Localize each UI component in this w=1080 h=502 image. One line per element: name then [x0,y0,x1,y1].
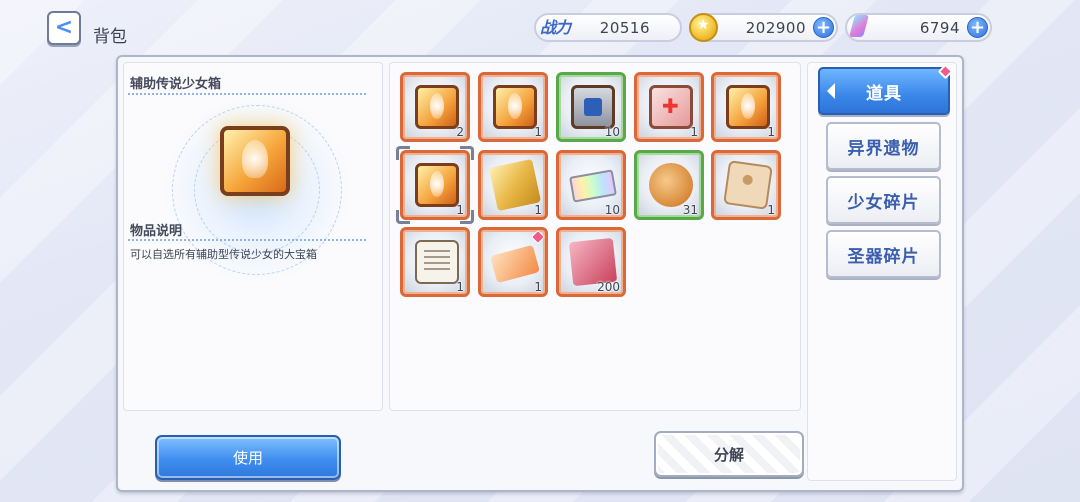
item-slot[interactable]: 10 [556,150,626,220]
envelope-icon [723,160,773,210]
back-button[interactable]: < [47,11,81,45]
item-quantity: 1 [534,125,542,139]
item-quantity: 1 [534,203,542,217]
cookie-icon [649,163,693,207]
item-slot[interactable]: 2 [400,72,470,142]
item-quantity: 1 [767,203,775,217]
tab-girl-fragments[interactable]: 少女碎片 [826,176,941,224]
new-badge-icon [530,229,546,245]
item-slot[interactable]: 1 [478,227,548,297]
divider [128,93,366,95]
treasure-chest-icon [571,85,615,129]
divider [128,239,366,241]
gold-value: 202900 [745,18,806,37]
item-quantity: 1 [767,125,775,139]
page-title: 背包 [93,27,127,47]
selection-frame [396,146,474,224]
tab-items[interactable]: 道具 [818,63,954,115]
item-quantity: 10 [604,125,620,139]
tab-label: 圣器碎片 [847,246,920,267]
item-slot[interactable]: 1 [478,72,548,142]
decompose-button[interactable]: 分解 [654,431,804,477]
power-label: 战力 [540,18,571,37]
tab-artifact-fragments[interactable]: 圣器碎片 [826,230,941,278]
caret-left-icon [827,83,835,99]
gold-coin-icon [689,13,718,42]
item-slot[interactable]: 1 [711,150,781,220]
item-quantity: 1 [534,280,542,294]
item-quantity: 1 [456,280,464,294]
rainbow-ticket-icon [569,169,617,203]
item-slot[interactable]: 1 [711,72,781,142]
legend-box-icon [220,126,290,196]
item-quantity: 2 [456,125,464,139]
tab-relics[interactable]: 异界遗物 [826,122,941,170]
scroll-icon [568,237,618,287]
new-badge-icon [937,63,954,80]
gold-currency-display: 202900 + [689,13,838,42]
item-quantity: 200 [597,280,620,294]
tab-label: 道具 [866,83,902,104]
ticket-icon [490,244,540,284]
item-quantity: 1 [690,125,698,139]
combat-power-display: 战力 20516 [534,13,682,42]
chevron-left-icon: < [54,15,74,40]
item-detail-panel: 辅助传说少女箱 物品说明 可以自选所有辅助型传说少女的大宝箱 [123,62,383,411]
item-description: 可以自选所有辅助型传说少女的大宝箱 [130,248,317,261]
power-value: 20516 [599,18,650,37]
add-gold-button[interactable]: + [813,17,834,38]
item-name: 辅助传说少女箱 [130,77,222,92]
item-slot[interactable]: 1 [400,227,470,297]
legend-box-icon [493,85,537,129]
item-quantity: 31 [682,203,698,217]
legend-box-icon [415,85,459,129]
tab-label: 异界遗物 [847,138,920,159]
category-tabs: 道具 异界遗物 少女碎片 圣器碎片 [807,62,957,481]
item-slot[interactable]: 31 [634,150,704,220]
description-title: 物品说明 [130,224,183,239]
item-slot[interactable]: 200 [556,227,626,297]
tab-label: 少女碎片 [847,192,920,213]
gem-icon [845,13,874,42]
item-slot[interactable]: 1 [478,150,548,220]
gem-currency-display: 6794 + [845,13,992,42]
item-quantity: 10 [604,203,620,217]
add-gem-button[interactable]: + [967,17,988,38]
gem-value: 6794 [919,18,960,37]
use-button[interactable]: 使用 [155,435,341,480]
document-icon [415,240,459,284]
legend-box-icon [726,85,770,129]
item-slot[interactable]: 10 [556,72,626,142]
medkit-box-icon [649,85,693,129]
item-slot[interactable]: 1 [634,72,704,142]
